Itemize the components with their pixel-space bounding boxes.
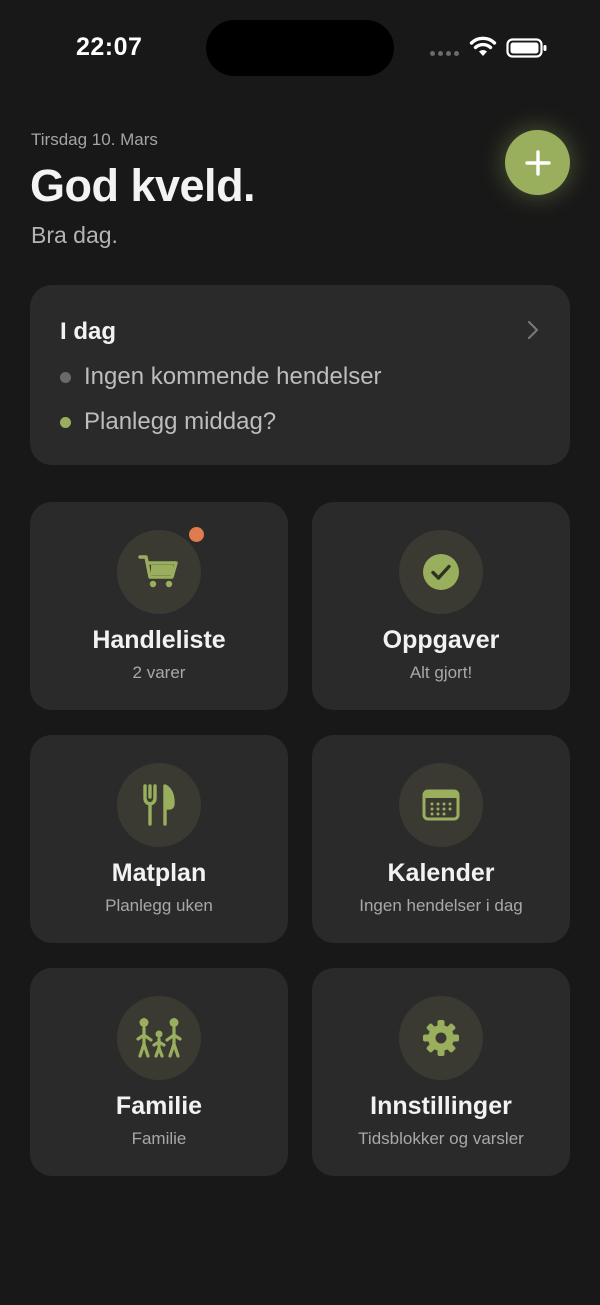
cellular-signal-icon (430, 51, 459, 56)
tile-title: Oppgaver (382, 626, 500, 654)
tile-subtitle: Familie (131, 1129, 187, 1148)
shopping-cart-icon (138, 555, 178, 588)
tile-subtitle: Alt gjort! (409, 663, 473, 682)
tile-title: Matplan (111, 859, 207, 887)
greeting-subtitle: Bra dag. (31, 222, 118, 248)
battery-icon (506, 38, 547, 58)
plus-icon (524, 149, 551, 176)
tile-handleliste[interactable]: Handleliste 2 varer (30, 502, 288, 710)
greeting-heading: God kveld. (30, 160, 256, 211)
fork-knife-icon (143, 784, 175, 826)
add-button[interactable] (505, 130, 570, 195)
tile-subtitle: Ingen hendelser i dag (359, 896, 523, 915)
today-item-text: Ingen kommende hendelser (84, 363, 382, 390)
icon-circle (399, 763, 483, 847)
home-screen: 22:07 Tirsdag 10. Mars God kveld. Bra da… (0, 0, 600, 1305)
tile-kalender[interactable]: Kalender Ingen hendelser i dag (312, 735, 570, 943)
status-dot (60, 416, 71, 428)
chevron-right-icon (527, 320, 539, 340)
tile-subtitle: Planlegg uken (105, 896, 213, 915)
date-label: Tirsdag 10. Mars (31, 130, 158, 149)
tile-familie[interactable]: Familie Familie (30, 968, 288, 1176)
today-item: Ingen kommende hendelser (60, 363, 382, 391)
calendar-icon (422, 789, 460, 821)
tile-title: Innstillinger (370, 1092, 512, 1120)
today-title: I dag (60, 318, 117, 345)
icon-circle (117, 530, 201, 614)
tile-title: Kalender (387, 859, 495, 887)
today-item-text: Planlegg middag? (84, 408, 277, 435)
icon-circle (117, 996, 201, 1080)
tile-title: Handleliste (92, 626, 226, 654)
tile-matplan[interactable]: Matplan Planlegg uken (30, 735, 288, 943)
status-time: 22:07 (76, 33, 143, 61)
dynamic-island (206, 20, 394, 76)
today-item: Planlegg middag? (60, 408, 276, 436)
tile-innstillinger[interactable]: Innstillinger Tidsblokker og varsler (312, 968, 570, 1176)
today-card[interactable]: I dag Ingen kommende hendelser Planlegg … (30, 285, 570, 465)
icon-circle (399, 530, 483, 614)
checkmark-circle-icon (423, 554, 459, 590)
tile-title: Familie (115, 1092, 203, 1120)
family-icon (136, 1018, 182, 1058)
gear-icon (423, 1020, 459, 1056)
status-dot (60, 371, 71, 383)
icon-circle (117, 763, 201, 847)
tile-oppgaver[interactable]: Oppgaver Alt gjort! (312, 502, 570, 710)
icon-circle (399, 996, 483, 1080)
notification-badge (189, 527, 204, 542)
tile-subtitle: 2 varer (132, 663, 186, 682)
tile-subtitle: Tidsblokker og varsler (358, 1129, 524, 1148)
wifi-icon (469, 36, 497, 56)
